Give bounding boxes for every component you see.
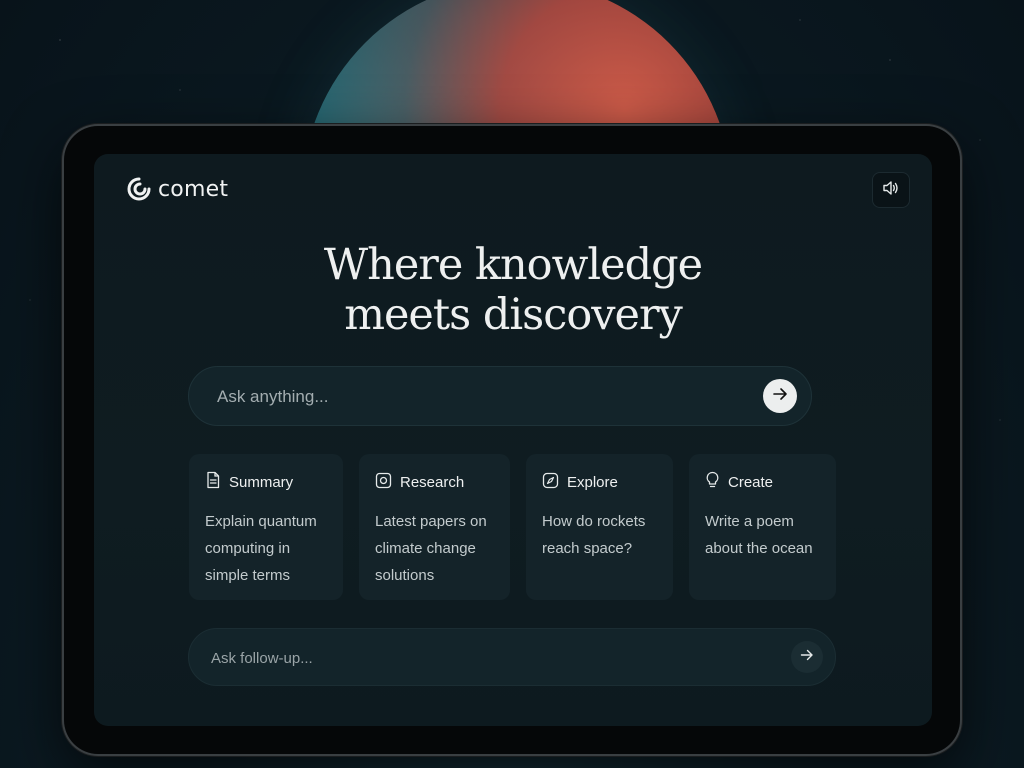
card-title: Summary	[229, 473, 294, 491]
camera-icon	[375, 472, 392, 493]
search-input[interactable]	[215, 367, 739, 427]
card-prompt: Explain quantum computing in simple term…	[205, 513, 317, 584]
brand-name: comet	[158, 176, 229, 202]
tablet-screen: comet Where knowledge meets discovery As…	[94, 154, 932, 726]
card-prompt: Latest papers on climate change solution…	[375, 513, 487, 584]
suggestion-card-explore[interactable]: Explore How do rockets reach space?	[526, 454, 673, 600]
search-submit-button[interactable]	[763, 379, 797, 413]
suggestion-card-summary[interactable]: Summary Explain quantum computing in sim…	[189, 454, 343, 600]
lightbulb-icon	[705, 471, 720, 493]
card-prompt: How do rockets reach space?	[542, 513, 646, 557]
document-icon	[205, 471, 221, 493]
arrow-right-icon	[772, 387, 788, 406]
followup-input[interactable]	[209, 629, 773, 687]
speaker-icon	[882, 180, 900, 201]
suggestion-card-create[interactable]: Create Write a poem about the ocean	[689, 454, 836, 600]
headline-line-1: Where knowledge	[323, 240, 703, 290]
tablet-frame: comet Where knowledge meets discovery As…	[64, 126, 960, 754]
arrow-right-icon	[800, 648, 814, 666]
brand-logo[interactable]: comet	[126, 176, 228, 202]
card-title: Create	[728, 473, 774, 491]
suggestion-card-research[interactable]: Research Latest papers on climate change…	[359, 454, 510, 600]
card-title: Explore	[567, 473, 618, 491]
comet-logo-icon	[126, 176, 152, 202]
followup-bar	[188, 628, 836, 687]
followup-submit-button[interactable]	[791, 641, 823, 673]
page-headline: Where knowledge meets discovery	[94, 240, 932, 340]
card-prompt: Write a poem about the ocean	[705, 513, 813, 557]
headline-line-2: meets discovery	[344, 290, 683, 340]
compass-icon	[542, 472, 559, 493]
sound-toggle-button[interactable]	[872, 172, 910, 208]
search-bar	[188, 366, 812, 427]
card-title: Research	[400, 473, 465, 491]
